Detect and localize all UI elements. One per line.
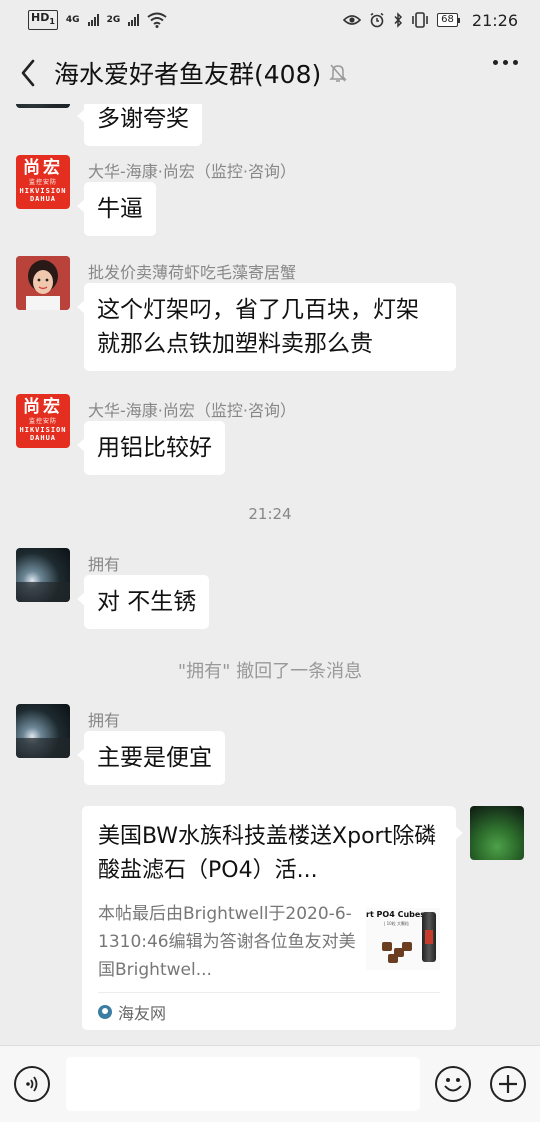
chat-area[interactable]: 多谢夸奖 尚宏 监控安防 HIKVISION DAHUA 大华-海康·尚宏（监控… xyxy=(0,104,540,1045)
thumbnail-text: rt PO4 Cubes xyxy=(366,910,426,919)
message-text: 对 不生锈 xyxy=(97,589,197,615)
back-button[interactable] xyxy=(0,42,56,104)
signal-icon xyxy=(87,14,99,26)
plus-button[interactable] xyxy=(490,1066,526,1102)
avatar[interactable]: 尚宏 监控安防 HIKVISION DAHUA xyxy=(16,394,70,448)
emoji-icon xyxy=(444,1078,462,1092)
hd-badge: HD1 xyxy=(28,10,58,30)
wifi-icon xyxy=(147,12,167,28)
timestamp: 21:24 xyxy=(248,505,292,523)
sender-name: 批发价卖薄荷虾吃毛藻寄居蟹 xyxy=(88,263,297,282)
status-time: 21:26 xyxy=(471,10,518,30)
avatar[interactable] xyxy=(16,704,70,758)
message-text: 这个灯架叼，省了几百块，灯架 xyxy=(97,297,419,323)
voice-button[interactable] xyxy=(14,1066,50,1102)
link-card-description: 本帖最后由Brightwell于2020-6-1310:46编辑为答谢各位鱼友对… xyxy=(98,904,356,980)
logo-brand: DAHUA xyxy=(29,434,57,442)
hd-label: HD xyxy=(31,11,50,25)
site-logo-icon xyxy=(98,1004,112,1019)
logo-subtext: 监控安防 xyxy=(28,179,57,186)
plus-icon xyxy=(499,1075,517,1093)
bell-off-icon xyxy=(329,63,348,83)
avatar[interactable] xyxy=(16,104,70,108)
message-bubble[interactable]: 多谢夸奖 xyxy=(77,104,202,146)
thumbnail-subtext: | 10粒 大颗粒 xyxy=(384,921,409,926)
battery-level: 68 xyxy=(437,13,458,27)
link-card[interactable]: 美国BW水族科技盖楼送Xport除磷酸盐滤石（PO4）活... 本帖最后由Bri… xyxy=(82,806,463,1030)
recall-notice: "拥有" 撤回了一条消息 xyxy=(177,661,363,682)
message-bubble[interactable]: 这个灯架叼，省了几百块，灯架 就那么点铁加塑料卖那么贵 xyxy=(77,283,456,371)
link-card-thumbnail: rt PO4 Cubes | 10粒 大颗粒 xyxy=(366,908,440,970)
voice-icon xyxy=(26,1076,38,1092)
sender-name: 拥有 xyxy=(88,711,121,730)
avatar[interactable]: 尚宏 监控安防 HIKVISION DAHUA xyxy=(16,155,70,209)
status-left: HD1 4G 2G xyxy=(28,10,167,30)
status-bar: HD1 4G 2G 68 21:26 xyxy=(0,0,540,40)
network-4g-label: 4G xyxy=(65,15,80,25)
vibrate-icon xyxy=(412,12,428,28)
message-bubble[interactable]: 用铝比较好 xyxy=(77,421,225,475)
avatar-self[interactable] xyxy=(470,806,524,860)
message-bubble[interactable]: 牛逼 xyxy=(77,182,156,236)
alarm-icon xyxy=(370,12,384,28)
message-text: 用铝比较好 xyxy=(97,435,212,461)
cube-icon xyxy=(388,954,398,963)
cube-icon xyxy=(402,942,412,951)
title-bar: 海水爱好者鱼友群(408) xyxy=(0,42,540,104)
logo-brand: HIKVISION xyxy=(19,426,67,434)
emoji-button[interactable] xyxy=(435,1066,471,1102)
message-text: 多谢夸奖 xyxy=(97,106,189,132)
page-title: 海水爱好者鱼友群(408) xyxy=(54,60,322,89)
avatar[interactable] xyxy=(16,256,70,310)
sender-name: 大华-海康·尚宏（监控·咨询） xyxy=(88,162,296,181)
eye-icon xyxy=(343,15,362,25)
message-input[interactable] xyxy=(66,1057,420,1111)
link-card-source: 海友网 xyxy=(118,1003,167,1023)
message-text: 牛逼 xyxy=(97,196,143,222)
cube-icon xyxy=(382,942,392,951)
avatar[interactable] xyxy=(16,548,70,602)
input-bar xyxy=(0,1045,540,1122)
product-jar-icon xyxy=(422,912,436,962)
sender-name: 大华-海康·尚宏（监控·咨询） xyxy=(88,401,296,420)
logo-brand: HIKVISION xyxy=(19,187,67,195)
logo-text: 尚宏 xyxy=(23,397,63,417)
bluetooth-icon xyxy=(394,12,403,28)
logo-brand: DAHUA xyxy=(29,195,57,203)
battery-icon: 68 xyxy=(437,13,460,27)
sender-name: 拥有 xyxy=(88,555,121,574)
network-2g-label: 2G xyxy=(106,15,121,25)
link-card-title: 美国BW水族科技盖楼送Xport除磷酸盐滤石（PO4）活... xyxy=(98,824,437,883)
logo-text: 尚宏 xyxy=(23,158,63,178)
chevron-left-icon xyxy=(21,59,35,87)
link-card-footer: 海友网 xyxy=(98,992,440,1030)
message-text: 主要是便宜 xyxy=(97,745,212,771)
status-right: 68 21:26 xyxy=(343,11,518,30)
link-card-body: 本帖最后由Brightwell于2020-6-1310:46编辑为答谢各位鱼友对… xyxy=(98,900,440,984)
signal-icon-2 xyxy=(128,14,140,26)
hd-sub: 1 xyxy=(49,17,55,27)
message-bubble[interactable]: 对 不生锈 xyxy=(76,575,210,629)
message-text: 就那么点铁加塑料卖那么贵 xyxy=(97,331,373,357)
message-bubble[interactable]: 主要是便宜 xyxy=(77,731,225,785)
more-button[interactable] xyxy=(493,60,518,65)
logo-subtext: 监控安防 xyxy=(28,418,57,425)
